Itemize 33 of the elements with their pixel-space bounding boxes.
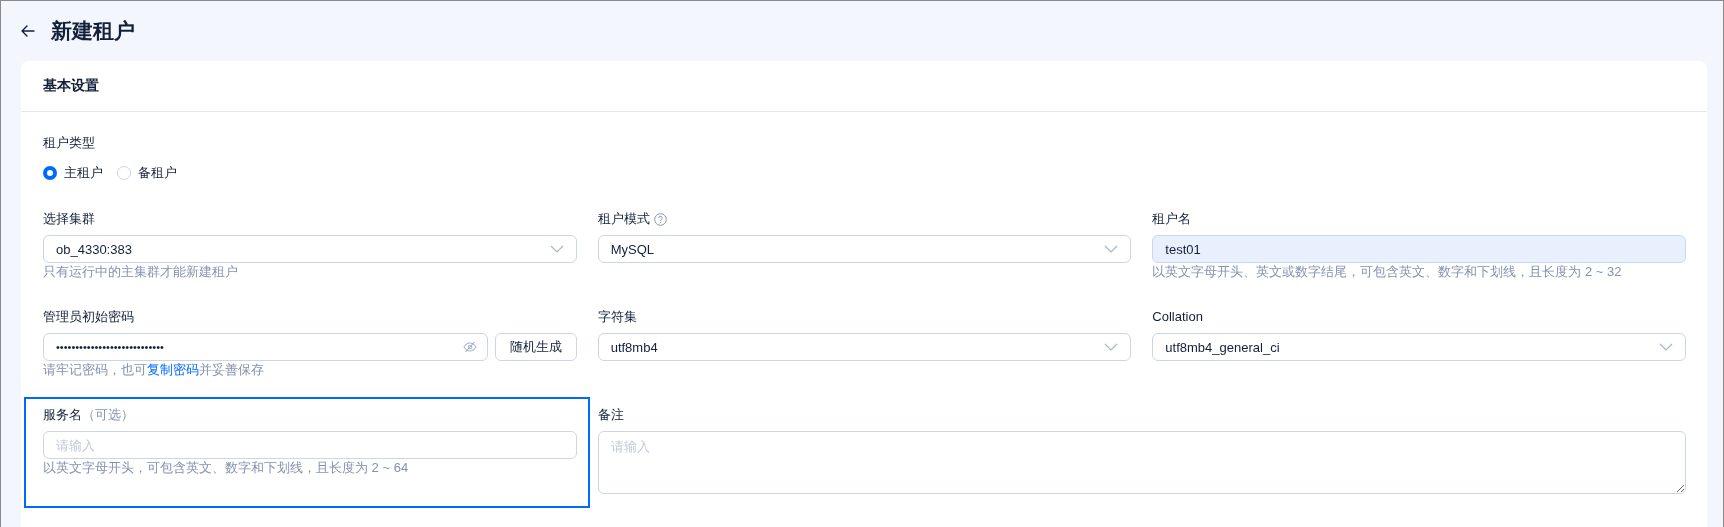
- field-label: 服务名: [43, 406, 82, 424]
- hint-text: 以英文字母开头、英文或数字结尾，可包含英文、数字和下划线，且长度为 2 ~ 32: [1152, 264, 1622, 279]
- help-icon[interactable]: [653, 212, 667, 226]
- field-label: 备注: [597, 406, 624, 424]
- select-field[interactable]: utf8mb4_general_ci: [1152, 333, 1686, 361]
- field-label: 租户模式: [597, 210, 650, 228]
- field-label: 管理员初始密码: [43, 308, 134, 326]
- hint-text: 以英文字母开头，可包含英文、数字和下划线，且长度为 2 ~ 64: [43, 460, 409, 475]
- select-field[interactable]: utf8mb4: [597, 333, 1132, 361]
- field-label: 选择集群: [43, 210, 95, 228]
- radio-label[interactable]: 备租户: [138, 164, 177, 182]
- hint-text: 请牢记密码，也可复制密码并妥善保存: [43, 362, 264, 377]
- section-title: 基本设置: [43, 77, 99, 95]
- select-field[interactable]: MySQL: [597, 235, 1132, 263]
- page-title: 新建租户: [51, 18, 135, 44]
- chevron-down-icon: [1659, 343, 1673, 351]
- field-label: 租户类型: [43, 134, 95, 152]
- field-label: 字符集: [597, 308, 637, 326]
- hint-text: 只有运行中的主集群才能新建租户: [43, 264, 238, 279]
- radio-label[interactable]: 主租户: [64, 164, 103, 182]
- text-field[interactable]: test01: [1152, 235, 1686, 263]
- optional-label: （可选）: [82, 406, 134, 424]
- chevron-down-icon: [549, 245, 564, 253]
- select-field[interactable]: ob_4330:383: [43, 235, 577, 263]
- password-field[interactable]: ••••••••••••••••••••••••••••: [43, 333, 488, 361]
- eye-slash-icon[interactable]: [462, 341, 477, 353]
- field-label: Collation: [1152, 308, 1203, 326]
- copy-password-link[interactable]: 复制密码: [147, 362, 199, 377]
- chevron-down-icon: [1104, 245, 1119, 253]
- field-label: 租户名: [1152, 210, 1192, 228]
- radio-button[interactable]: [43, 166, 57, 180]
- generate-button[interactable]: 随机生成: [494, 333, 577, 361]
- chevron-down-icon: [1104, 343, 1119, 351]
